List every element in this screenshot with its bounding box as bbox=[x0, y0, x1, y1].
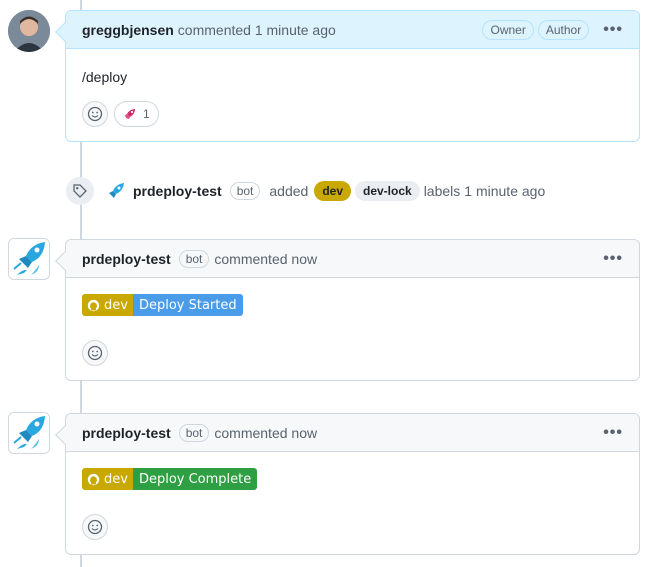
comment-author[interactable]: prdeploy-test bbox=[82, 425, 171, 441]
tag-icon bbox=[66, 177, 94, 205]
owner-badge: Owner bbox=[482, 19, 534, 40]
comment-author[interactable]: greggbjensen bbox=[82, 22, 174, 38]
smiley-icon bbox=[87, 519, 103, 535]
event-suffix: labels bbox=[423, 183, 461, 199]
bot-badge: bot bbox=[178, 423, 210, 442]
deploy-status-badge: dev Deploy Complete bbox=[82, 468, 258, 490]
add-reaction-button[interactable] bbox=[82, 101, 108, 127]
label-dev[interactable]: dev bbox=[314, 181, 351, 201]
event-action: added bbox=[269, 183, 309, 199]
comment-menu-icon[interactable]: ••• bbox=[603, 424, 623, 442]
author-badge: Author bbox=[537, 19, 590, 40]
smiley-icon bbox=[87, 106, 103, 122]
comment-header: prdeploy-test bot commented now ••• bbox=[66, 240, 639, 278]
event-time[interactable]: 1 minute ago bbox=[464, 183, 545, 199]
add-reaction-button[interactable] bbox=[82, 340, 108, 366]
comment-header: prdeploy-test bot commented now ••• bbox=[66, 414, 639, 452]
bot-avatar[interactable] bbox=[8, 238, 50, 280]
label-dev-lock[interactable]: dev-lock bbox=[355, 181, 420, 201]
comment-timestamp[interactable]: commented 1 minute ago bbox=[178, 22, 336, 38]
rocket-reaction-button[interactable]: 1 bbox=[114, 101, 159, 127]
comment-body: /deploy bbox=[82, 69, 128, 85]
deploy-status-badge: dev Deploy Started bbox=[82, 294, 243, 316]
comment-author[interactable]: prdeploy-test bbox=[82, 251, 171, 267]
comment-card: greggbjensen commented 1 minute ago Owne… bbox=[55, 10, 640, 142]
comment-header: greggbjensen commented 1 minute ago Owne… bbox=[66, 11, 639, 49]
github-icon bbox=[87, 299, 100, 311]
rocket-icon bbox=[125, 109, 135, 119]
comment-card: prdeploy-test bot commented now ••• dev … bbox=[55, 239, 640, 381]
comment-menu-icon[interactable]: ••• bbox=[603, 250, 623, 268]
bot-badge: bot bbox=[178, 249, 210, 268]
github-icon bbox=[87, 473, 100, 485]
comment-timestamp[interactable]: commented now bbox=[214, 251, 317, 267]
user-avatar[interactable] bbox=[8, 10, 50, 52]
bot-avatar[interactable] bbox=[8, 412, 50, 454]
add-reaction-button[interactable] bbox=[82, 514, 108, 540]
bot-badge: bot bbox=[229, 182, 261, 200]
comment-menu-icon[interactable]: ••• bbox=[603, 21, 623, 39]
comment-card: prdeploy-test bot commented now ••• dev … bbox=[55, 413, 640, 555]
comment-timestamp[interactable]: commented now bbox=[214, 425, 317, 441]
shield-status: Deploy Complete bbox=[132, 468, 258, 490]
shield-env: dev bbox=[104, 297, 128, 313]
shield-env: dev bbox=[104, 471, 128, 487]
event-actor[interactable]: prdeploy-test bbox=[133, 183, 222, 199]
reaction-count: 1 bbox=[143, 107, 150, 121]
shield-status: Deploy Started bbox=[132, 294, 243, 316]
label-event: prdeploy-test bot added dev dev-lock lab… bbox=[66, 176, 545, 206]
smiley-icon bbox=[87, 345, 103, 361]
bot-mini-avatar[interactable] bbox=[106, 181, 126, 201]
